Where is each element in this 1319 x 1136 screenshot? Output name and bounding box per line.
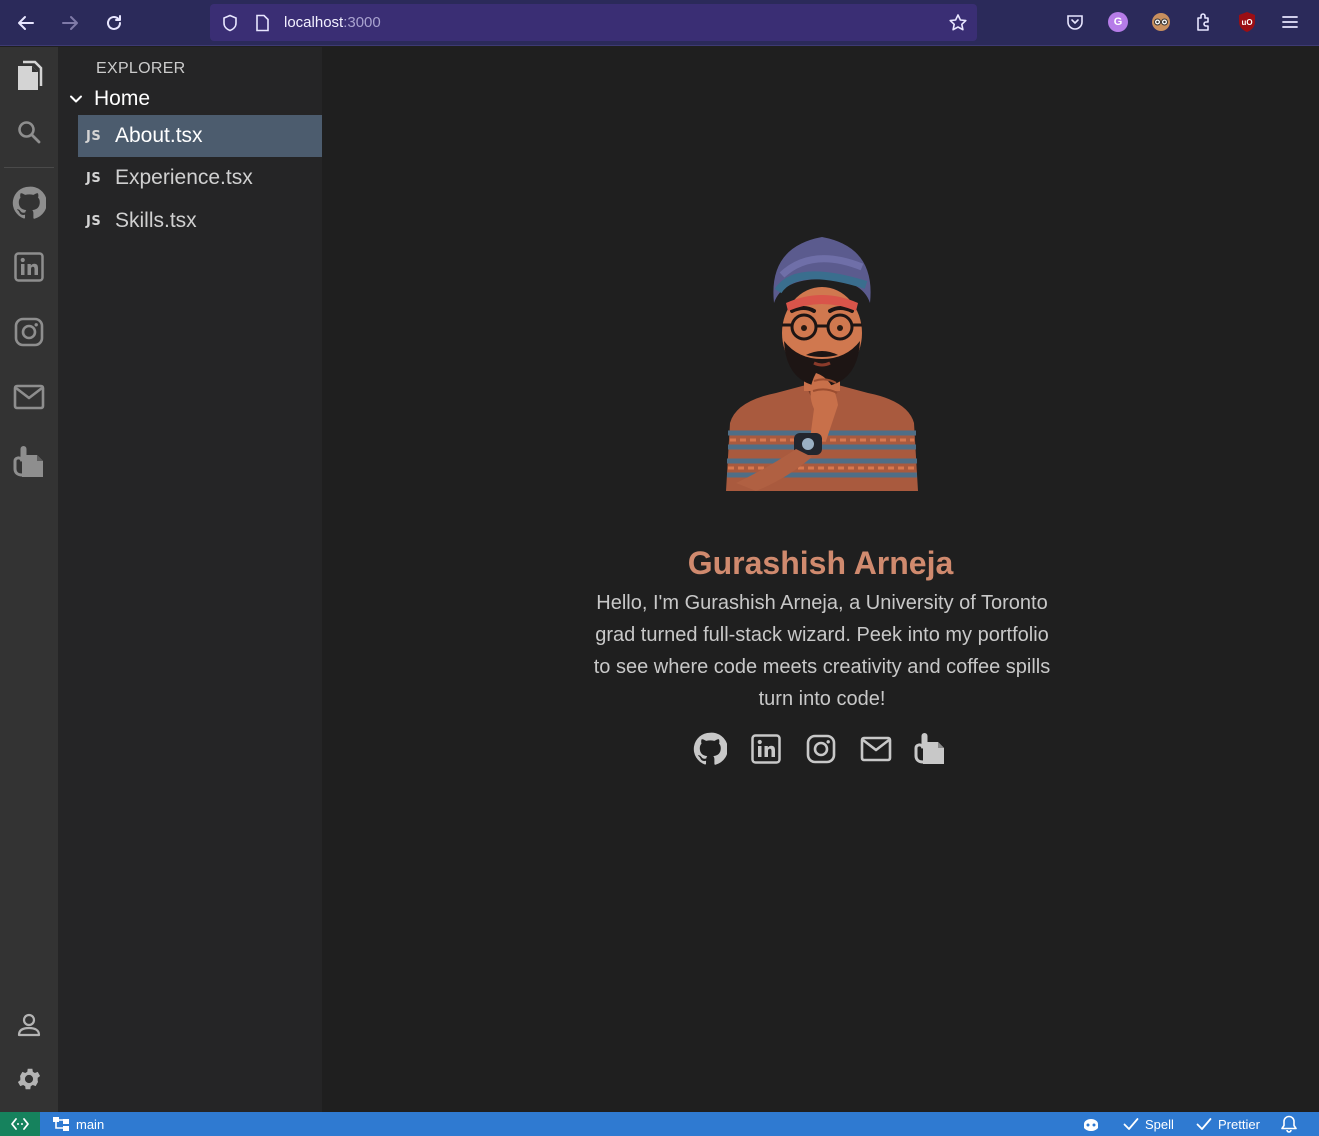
copilot-icon bbox=[1084, 1119, 1098, 1131]
status-bar: main Spell Prettier bbox=[0, 1112, 1319, 1136]
remote-icon bbox=[11, 1118, 29, 1130]
linkedin-icon[interactable] bbox=[10, 248, 48, 286]
menu-hamburger-icon[interactable] bbox=[1279, 11, 1301, 33]
branch-status[interactable]: main bbox=[52, 1112, 104, 1136]
file-label: Skills.tsx bbox=[115, 209, 197, 232]
chevron-down-icon bbox=[70, 95, 82, 103]
instagram-icon[interactable] bbox=[10, 313, 48, 351]
file-label: About.tsx bbox=[115, 124, 203, 147]
browser-toolbar: localhost:3000 G uO bbox=[0, 0, 1319, 46]
editor-main: Gurashish Arneja Hello, I'm Gurashish Ar… bbox=[322, 47, 1319, 1112]
source-control-icon bbox=[53, 1117, 69, 1131]
check-icon bbox=[1196, 1118, 1212, 1130]
file-item-experience[interactable]: JS Experience.tsx bbox=[78, 157, 322, 199]
ublock-origin-icon[interactable]: uO bbox=[1236, 11, 1258, 33]
profile-name: Gurashish Arneja bbox=[687, 545, 954, 581]
github-icon[interactable] bbox=[10, 184, 48, 222]
forward-button[interactable] bbox=[56, 9, 84, 37]
resume-icon[interactable] bbox=[912, 731, 948, 767]
remote-button[interactable] bbox=[0, 1112, 40, 1136]
mail-icon[interactable] bbox=[10, 378, 48, 416]
resume-icon[interactable] bbox=[10, 443, 48, 481]
activity-divider bbox=[4, 167, 54, 168]
pocket-icon[interactable] bbox=[1064, 11, 1086, 33]
js-file-icon: JS bbox=[86, 128, 102, 144]
page-icon[interactable] bbox=[252, 13, 272, 33]
js-file-icon: JS bbox=[86, 213, 102, 229]
activity-bar bbox=[0, 47, 58, 1112]
files-icon[interactable] bbox=[10, 57, 48, 95]
bell-icon bbox=[1281, 1115, 1297, 1133]
profile-bio: Hello, I'm Gurashish Arneja, a Universit… bbox=[593, 592, 1051, 710]
search-icon[interactable] bbox=[10, 113, 48, 151]
address-bar[interactable]: localhost:3000 bbox=[210, 4, 977, 41]
mail-icon[interactable] bbox=[858, 731, 894, 767]
copilot-status[interactable] bbox=[1081, 1112, 1101, 1136]
github-icon[interactable] bbox=[692, 731, 728, 767]
privacy-extension-icon[interactable] bbox=[1150, 11, 1172, 33]
explorer-title: EXPLORER bbox=[96, 60, 186, 77]
back-arrow-icon bbox=[18, 16, 34, 30]
folder-home[interactable]: Home bbox=[68, 85, 150, 113]
back-button[interactable] bbox=[12, 9, 40, 37]
url-text[interactable]: localhost:3000 bbox=[284, 14, 381, 31]
forward-arrow-icon bbox=[62, 16, 78, 30]
check-icon bbox=[1123, 1118, 1139, 1130]
svg-text:uO: uO bbox=[1241, 18, 1252, 27]
extensions-puzzle-icon[interactable] bbox=[1193, 11, 1215, 33]
spell-status[interactable]: Spell bbox=[1123, 1112, 1174, 1136]
shield-icon[interactable] bbox=[220, 13, 240, 33]
file-item-skills[interactable]: JS Skills.tsx bbox=[78, 200, 322, 242]
reload-icon bbox=[107, 15, 121, 30]
explorer-sidebar: EXPLORER Home JS About.tsx JS Experience… bbox=[58, 47, 322, 1112]
file-label: Experience.tsx bbox=[115, 166, 253, 189]
instagram-icon[interactable] bbox=[803, 731, 839, 767]
bookmark-star-icon[interactable] bbox=[948, 13, 968, 33]
avatar bbox=[716, 233, 928, 491]
prettier-status[interactable]: Prettier bbox=[1196, 1112, 1260, 1136]
js-file-icon: JS bbox=[86, 170, 102, 186]
reload-button[interactable] bbox=[100, 9, 128, 37]
linkedin-icon[interactable] bbox=[748, 731, 784, 767]
settings-icon[interactable] bbox=[10, 1060, 48, 1098]
notifications-button[interactable] bbox=[1281, 1112, 1297, 1136]
file-item-about[interactable]: JS About.tsx bbox=[78, 115, 322, 157]
folder-label: Home bbox=[94, 87, 151, 110]
spell-label: Spell bbox=[1145, 1116, 1174, 1132]
social-links bbox=[692, 731, 950, 767]
account-icon[interactable] bbox=[10, 1006, 48, 1044]
prettier-label: Prettier bbox=[1218, 1116, 1260, 1132]
branch-name: main bbox=[76, 1116, 105, 1132]
profile-avatar-icon[interactable]: G bbox=[1107, 11, 1129, 33]
